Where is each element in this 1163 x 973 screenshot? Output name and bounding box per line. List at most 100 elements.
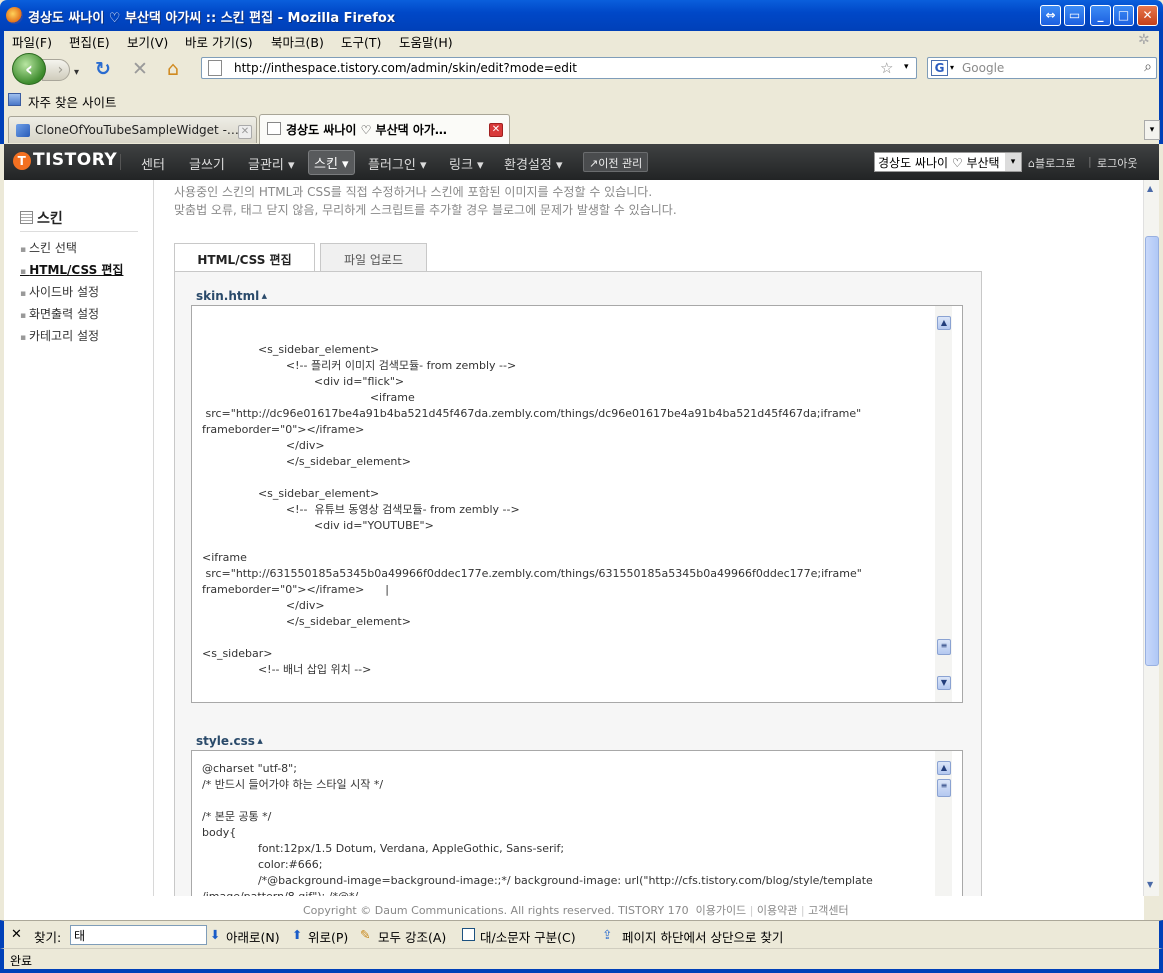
sidebar-item-category-settings[interactable]: 카테고리 설정 — [20, 327, 99, 344]
footer-link-terms[interactable]: 이용약관 — [757, 904, 797, 917]
left-sidebar: 스킨 스킨 선택 HTML/CSS 편집 사이드바 설정 화면출력 설정 카테고… — [4, 180, 154, 896]
tab-clone-youtube[interactable]: CloneOfYouTubeSampleWidget -… ✕ — [8, 116, 257, 143]
editor-scrollbar[interactable]: ▲ ≡ — [935, 751, 952, 896]
navigation-toolbar: › ‹ ▾ ↻ ✕ ⌂ http://inthespace.tistory.co… — [0, 51, 1163, 88]
footer-link-guide[interactable]: 이용가이드 — [696, 904, 747, 917]
editor-scrollbar[interactable]: ▲ ≡ ▼ — [935, 306, 952, 702]
menu-view[interactable]: 보기(V) — [127, 32, 168, 51]
reload-icon[interactable]: ↻ — [95, 59, 111, 79]
style-css-code: @charset "utf-8"; /* 반드시 들어가야 하는 스타일 시작 … — [202, 762, 873, 896]
nav-write[interactable]: 글쓰기 — [189, 154, 225, 173]
scroll-up-icon[interactable]: ▲ — [937, 761, 951, 775]
nav-skin[interactable]: 스킨 ▾ — [308, 150, 355, 175]
menu-go[interactable]: 바로 가기(S) — [185, 32, 253, 51]
engine-dropdown-icon[interactable]: ▾ — [950, 63, 954, 72]
tab-html-css-edit[interactable]: HTML/CSS 편집 — [174, 243, 315, 272]
tab-favicon-icon — [267, 122, 281, 135]
forward-button[interactable]: › — [42, 59, 70, 81]
scroll-down-icon[interactable]: ▼ — [1147, 880, 1153, 889]
style-css-label[interactable]: style.css — [196, 734, 263, 748]
search-placeholder: Google — [962, 61, 1005, 75]
menu-bookmarks[interactable]: 북마크(B) — [271, 32, 324, 51]
style-css-editor[interactable]: @charset "utf-8"; /* 반드시 들어가야 하는 스타일 시작 … — [191, 750, 963, 896]
sidebar-item-display-settings[interactable]: 화면출력 설정 — [20, 305, 99, 322]
window-titlebar[interactable]: 경상도 싸나이 ♡ 부산댁 아가씨 :: 스킨 편집 - Mozilla Fir… — [0, 0, 1163, 31]
skin-html-label[interactable]: skin.html — [196, 289, 267, 303]
stop-icon[interactable]: ✕ — [132, 59, 148, 79]
bookmark-most-visited[interactable]: 자주 찾은 사이트 — [28, 92, 116, 111]
minimize-button[interactable]: _ — [1090, 5, 1111, 26]
old-admin-button[interactable]: ↗이전 관리 — [583, 152, 649, 172]
bookmark-star-icon[interactable]: ☆ — [880, 59, 893, 77]
status-text: 완료 — [10, 954, 33, 968]
divider: | — [800, 904, 805, 917]
blog-select[interactable]: 경상도 싸나이 ♡ 부산택 ▾ — [874, 152, 1022, 172]
back-button[interactable]: ‹ — [12, 53, 46, 85]
search-box[interactable]: G ▾ Google ⌕ — [927, 57, 1157, 79]
sidebar-item-skin-select[interactable]: 스킨 선택 — [20, 239, 77, 256]
editor-panel: skin.html <s_sidebar_element> <!-- 플리커 이… — [174, 271, 982, 896]
close-icon[interactable]: ✕ — [11, 927, 22, 942]
scroll-thumb[interactable]: ≡ — [937, 639, 951, 655]
nav-link[interactable]: 링크 ▾ — [449, 154, 484, 173]
sidebar-item-html-css[interactable]: HTML/CSS 편집 — [20, 261, 123, 278]
scroll-down-icon[interactable]: ▼ — [937, 676, 951, 690]
tab-close-icon[interactable]: ✕ — [238, 125, 252, 139]
scroll-up-icon[interactable]: ▲ — [937, 316, 951, 330]
scroll-thumb[interactable] — [1145, 236, 1159, 666]
divider: | — [749, 904, 754, 917]
google-engine-icon[interactable]: G — [931, 60, 948, 76]
sidebar-toggle-icon[interactable]: ▭ — [1064, 5, 1085, 26]
throbber-icon: ✲ — [1138, 32, 1150, 48]
scroll-up-icon[interactable]: ▲ — [1147, 184, 1153, 193]
logo-text: TISTORY — [33, 150, 118, 170]
menu-file[interactable]: 파일(F) — [12, 32, 52, 51]
bookmarks-toolbar: 자주 찾은 사이트 — [0, 88, 1163, 112]
tab-label: 경상도 싸나이 ♡ 부산댁 아가… — [286, 123, 447, 137]
go-to-blog-link[interactable]: ⌂블로그로 — [1028, 155, 1075, 171]
match-case-checkbox[interactable] — [462, 928, 475, 941]
maximize-button[interactable]: □ — [1113, 5, 1134, 26]
tab-list-icon[interactable]: ▾ — [1144, 120, 1160, 140]
skin-html-editor[interactable]: <s_sidebar_element> <!-- 플리커 이미지 검색모듈- f… — [191, 305, 963, 703]
sidebar-item-sidebar-settings[interactable]: 사이드바 설정 — [20, 283, 99, 300]
restore-tabs-icon[interactable]: ⇔ — [1040, 5, 1061, 26]
tab-skin-edit[interactable]: 경상도 싸나이 ♡ 부산댁 아가… ✕ — [259, 114, 510, 144]
url-dropdown-icon[interactable]: ▾ — [904, 62, 909, 72]
url-bar[interactable]: http://inthespace.tistory.com/admin/skin… — [201, 57, 917, 79]
tab-close-icon[interactable]: ✕ — [489, 123, 503, 137]
nav-center[interactable]: 센터 — [141, 154, 165, 173]
tab-file-upload[interactable]: 파일 업로드 — [320, 243, 427, 271]
find-label: 찾기: — [34, 930, 62, 945]
tistory-logo[interactable]: T TISTORY — [13, 150, 117, 170]
history-dropdown-icon[interactable]: ▾ — [74, 63, 79, 83]
divider: | — [1088, 155, 1092, 168]
home-icon[interactable]: ⌂ — [167, 59, 179, 79]
find-input[interactable] — [70, 925, 207, 945]
nav-plugin[interactable]: 플러그인 ▾ — [368, 154, 427, 173]
match-case-label[interactable]: 대/소문자 구분(C) — [480, 927, 576, 946]
highlighter-icon: ✎ — [360, 927, 371, 942]
close-button[interactable]: ✕ — [1137, 5, 1158, 26]
description-line: 사용중인 스킨의 HTML과 CSS를 직접 수정하거나 스킨에 포함된 이미지… — [174, 185, 653, 199]
menu-edit[interactable]: 편집(E) — [69, 32, 110, 51]
nav-settings[interactable]: 환경설정 ▾ — [504, 154, 563, 173]
menu-help[interactable]: 도움말(H) — [399, 32, 453, 51]
description-line: 맞춤법 오류, 태그 닫지 않음, 무리하게 스크립트를 추가할 경우 블로그에… — [174, 203, 677, 217]
arrow-down-icon: ⬇ — [210, 927, 221, 942]
scroll-thumb[interactable]: ≡ — [937, 779, 951, 797]
window-title: 경상도 싸나이 ♡ 부산댁 아가씨 :: 스킨 편집 - Mozilla Fir… — [28, 11, 396, 26]
footer-link-support[interactable]: 고객센터 — [808, 904, 848, 917]
divider — [20, 231, 138, 232]
nav-posts[interactable]: 글관리 ▾ — [248, 154, 295, 173]
highlight-all-button[interactable]: 모두 강조(A) — [378, 927, 446, 946]
find-next-button[interactable]: 아래로(N) — [226, 927, 280, 946]
page-footer: Copyright © Daum Communications. All rig… — [4, 896, 1144, 920]
url-text: http://inthespace.tistory.com/admin/skin… — [234, 61, 577, 75]
page-scrollbar[interactable]: ▲ ▼ — [1143, 180, 1159, 896]
status-bar: 완료 — [0, 948, 1163, 973]
search-icon[interactable]: ⌕ — [1144, 59, 1152, 75]
menu-tools[interactable]: 도구(T) — [341, 32, 381, 51]
logout-link[interactable]: 로그아웃 — [1097, 155, 1137, 171]
find-prev-button[interactable]: 위로(P) — [308, 927, 348, 946]
